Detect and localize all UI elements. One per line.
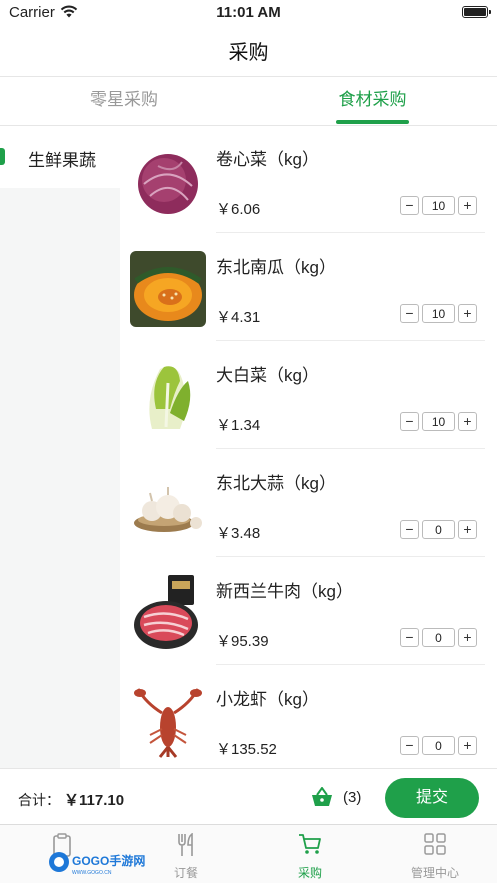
quantity-stepper: − + xyxy=(400,304,477,324)
row-divider xyxy=(216,664,485,665)
battery-icon xyxy=(462,6,491,18)
product-name: 小龙虾（kg） xyxy=(216,690,319,709)
watermark-subtext: WWW.GOGO.CN xyxy=(72,870,112,876)
tabbar-label: 采购 xyxy=(297,866,322,880)
category-sidebar: 生鲜果蔬 xyxy=(0,126,120,768)
page-title: 采购 xyxy=(228,42,269,64)
increment-button[interactable]: + xyxy=(458,412,477,431)
product-name: 东北南瓜（kg） xyxy=(216,258,336,277)
quantity-input[interactable] xyxy=(422,412,455,431)
quantity-stepper: − + xyxy=(400,412,477,432)
increment-button[interactable]: + xyxy=(458,520,477,539)
row-divider xyxy=(216,448,485,449)
product-name: 新西兰牛肉（kg） xyxy=(216,582,353,601)
garlic-image xyxy=(130,467,206,543)
cart-count: (3) xyxy=(343,789,362,806)
product-price: ￥6.06 xyxy=(216,201,261,218)
increment-button[interactable]: + xyxy=(458,196,477,215)
decrement-button[interactable]: − xyxy=(400,304,419,323)
status-bar: Carrier 11:01 AM xyxy=(0,0,497,26)
product-item: 小龙虾（kg） ￥135.52 − + xyxy=(120,666,497,768)
sidebar-item-label: 生鲜果蔬 xyxy=(28,151,96,170)
row-divider xyxy=(216,232,485,233)
red-cabbage-image xyxy=(130,144,206,220)
decrement-button[interactable]: − xyxy=(400,412,419,431)
decrement-button[interactable]: − xyxy=(400,520,419,539)
tab-sporadic-purchase[interactable]: 零星采购 xyxy=(0,77,248,125)
beef-image xyxy=(130,575,206,651)
status-time: 11:01 AM xyxy=(216,4,281,21)
bottom-tab-bar: 订餐 采购 管理中心 GOGO手游网 WWW.GOGO.CN xyxy=(0,824,497,883)
quantity-input[interactable] xyxy=(422,736,455,755)
quantity-input[interactable] xyxy=(422,304,455,323)
increment-button[interactable]: + xyxy=(458,736,477,755)
basket-icon[interactable] xyxy=(311,787,333,807)
sidebar-active-indicator xyxy=(0,148,5,165)
cart-icon xyxy=(299,834,321,854)
product-price: ￥3.48 xyxy=(216,525,261,542)
product-price: ￥95.39 xyxy=(216,633,269,650)
product-item: 大白菜（kg） ￥1.34 − + xyxy=(120,342,497,450)
row-divider xyxy=(216,340,485,341)
increment-button[interactable]: + xyxy=(458,628,477,647)
tabbar-label: 管理中心 xyxy=(410,866,459,880)
utensils-icon xyxy=(178,833,193,856)
watermark-logo: GOGO手游网 WWW.GOGO.CN xyxy=(49,852,145,876)
decrement-button[interactable]: − xyxy=(400,736,419,755)
tab-ingredient-purchase[interactable]: 食材采购 xyxy=(248,77,497,125)
product-name: 卷心菜（kg） xyxy=(216,150,319,169)
decrement-button[interactable]: − xyxy=(400,196,419,215)
active-tab-indicator xyxy=(336,120,409,124)
product-item: 东北大蒜（kg） ￥3.48 − + xyxy=(120,450,497,558)
pumpkin-image xyxy=(130,251,206,327)
product-item: 卷心菜（kg） ￥6.06 − + xyxy=(120,126,497,234)
product-item: 东北南瓜（kg） ￥4.31 − + xyxy=(120,234,497,342)
product-price: ￥1.34 xyxy=(216,417,261,434)
product-name: 东北大蒜（kg） xyxy=(216,474,336,493)
crayfish-image xyxy=(130,683,206,759)
chinese-cabbage-image xyxy=(130,359,206,435)
total-label: 合计： xyxy=(18,792,60,808)
product-price: ￥4.31 xyxy=(216,309,261,326)
quantity-stepper: − + xyxy=(400,628,477,648)
order-summary-bar: 合计： ￥117.10 (3) 提交 xyxy=(0,768,497,824)
submit-button[interactable]: 提交 xyxy=(385,778,479,818)
total-amount: ￥117.10 xyxy=(64,792,125,809)
grid-icon xyxy=(424,833,446,855)
quantity-input[interactable] xyxy=(422,196,455,215)
tabbar-item-purchase[interactable]: 采购 xyxy=(248,825,372,883)
tabbar-item-management[interactable]: 管理中心 xyxy=(373,825,497,883)
watermark-text: GOGO手游网 xyxy=(72,853,145,868)
quantity-input[interactable] xyxy=(422,520,455,539)
category-tabs: 零星采购 食材采购 xyxy=(0,77,497,125)
product-item: 新西兰牛肉（kg） ￥95.39 − + xyxy=(120,558,497,666)
row-divider xyxy=(216,556,485,557)
sidebar-item-fresh-produce[interactable]: 生鲜果蔬 xyxy=(0,126,120,188)
decrement-button[interactable]: − xyxy=(400,628,419,647)
product-name: 大白菜（kg） xyxy=(216,366,319,385)
quantity-stepper: − + xyxy=(400,196,477,216)
increment-button[interactable]: + xyxy=(458,304,477,323)
product-price: ￥135.52 xyxy=(216,741,277,758)
product-list[interactable]: 卷心菜（kg） ￥6.06 − + 东北南瓜（kg） ￥4.31 − xyxy=(120,126,497,768)
quantity-stepper: − + xyxy=(400,520,477,540)
quantity-input[interactable] xyxy=(422,628,455,647)
quantity-stepper: − + xyxy=(400,736,477,756)
